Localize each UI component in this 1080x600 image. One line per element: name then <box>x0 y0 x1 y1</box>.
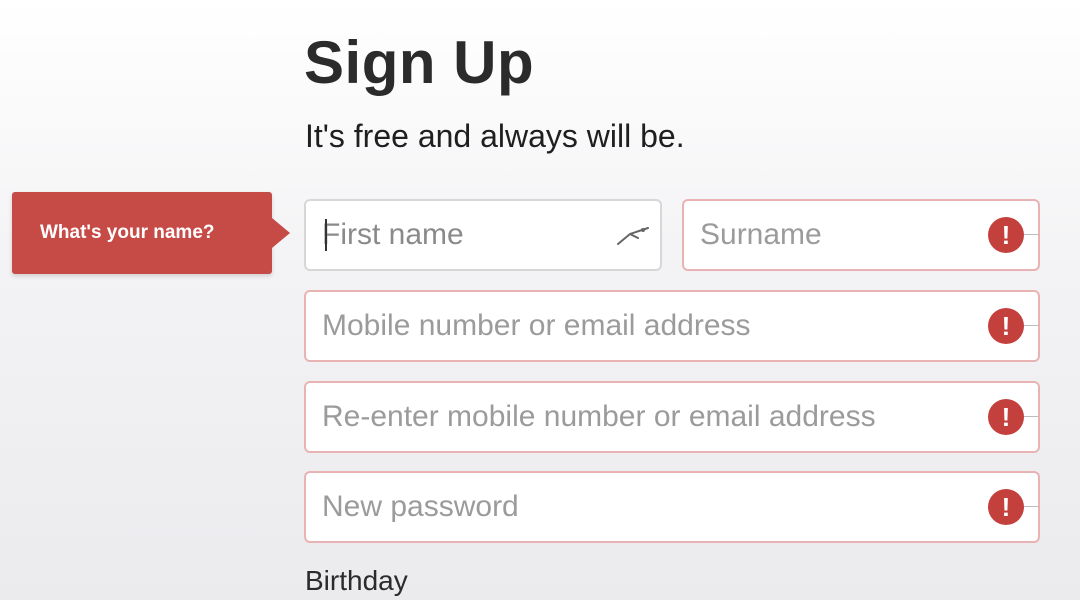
page-title: Sign Up <box>304 29 535 96</box>
page-subtitle: It's free and always will be. <box>305 118 685 154</box>
password-input[interactable] <box>306 473 968 541</box>
tooltip-text: What's your name? <box>40 222 215 243</box>
validation-tooltip: What's your name? <box>12 192 290 274</box>
autofill-icon[interactable] <box>612 220 652 250</box>
error-icon: ! <box>988 489 1038 525</box>
birthday-label: Birthday <box>305 565 408 596</box>
contact-input[interactable] <box>306 292 968 360</box>
text-caret <box>325 219 327 251</box>
error-icon: ! <box>988 399 1038 435</box>
surname-input[interactable] <box>684 201 968 269</box>
error-icon: ! <box>988 217 1038 253</box>
first-name-field[interactable] <box>304 199 662 271</box>
error-icon: ! <box>988 308 1038 344</box>
surname-field[interactable]: ! <box>682 199 1040 271</box>
contact-confirm-input[interactable] <box>306 383 968 451</box>
contact-field[interactable]: ! <box>304 290 1040 362</box>
password-field[interactable]: ! <box>304 471 1040 543</box>
contact-confirm-field[interactable]: ! <box>304 381 1040 453</box>
first-name-input[interactable] <box>306 201 590 269</box>
